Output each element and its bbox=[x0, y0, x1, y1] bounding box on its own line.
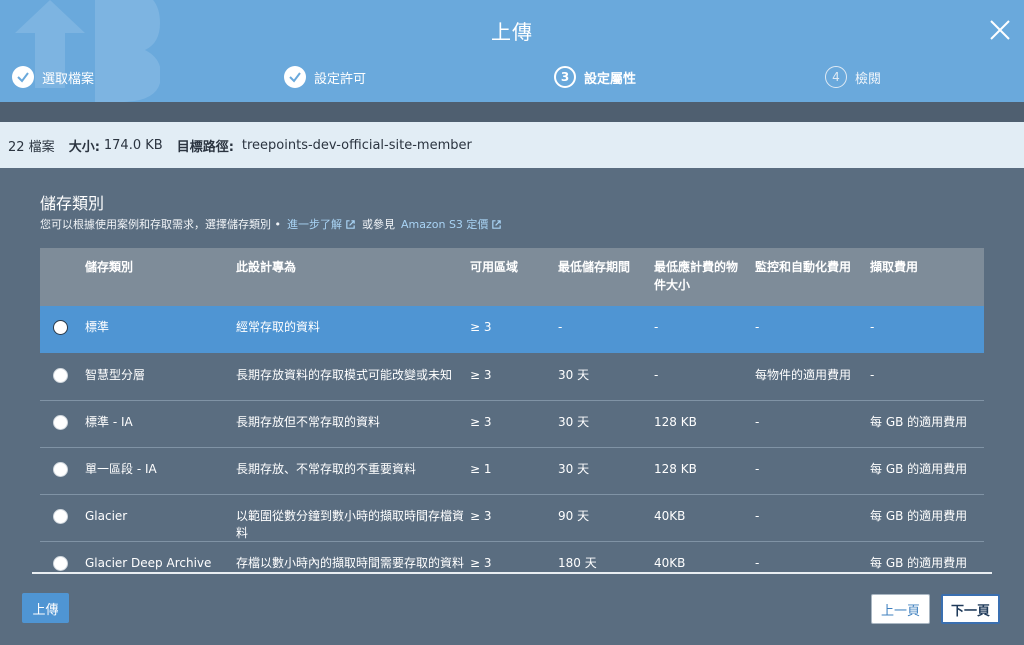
section-title: 儲存類別 bbox=[40, 194, 105, 213]
next-button[interactable]: 下一頁 bbox=[941, 594, 1000, 624]
header: 上傳 選取檔案 設定許可 3 設定屬性 4 檢閱 bbox=[0, 0, 1024, 102]
storage-class-table: 儲存類別 此設計專為 可用區域 最低儲存期間 最低應計費的物件大小 監控和自動化… bbox=[40, 248, 984, 572]
cell-min-size: 40KB bbox=[654, 556, 686, 570]
storage-class-radio[interactable] bbox=[53, 320, 68, 335]
cell-monitoring: - bbox=[755, 320, 760, 334]
cell-class: 智慧型分層 bbox=[85, 368, 146, 382]
cell-retrieval: - bbox=[870, 320, 875, 334]
size-label: 大小: bbox=[68, 139, 100, 155]
table-row[interactable]: 標準 - IA 長期存放但不常存取的資料 ≥ 3 30 天 128 KB - 每… bbox=[40, 401, 984, 448]
cell-retrieval: 每 GB 的適用費用 bbox=[870, 415, 968, 429]
cell-min-size: 128 KB bbox=[654, 415, 697, 429]
cell-designed: 以範圍從數分鐘到數小時的擷取時間存檔資料 bbox=[236, 509, 465, 540]
cell-min-duration: 30 天 bbox=[558, 415, 590, 429]
cell-designed: 長期存放、不常存取的不重要資料 bbox=[236, 462, 417, 476]
cell-designed: 經常存取的資料 bbox=[236, 320, 321, 334]
cell-az: ≥ 3 bbox=[470, 320, 492, 334]
pricing-link[interactable]: Amazon S3 定價 bbox=[401, 216, 488, 232]
description-text: 您可以根據使用案例和存取需求，選擇儲存類別 • bbox=[40, 218, 281, 231]
dialog-title: 上傳 bbox=[491, 20, 533, 44]
section-description: 您可以根據使用案例和存取需求，選擇儲存類別 • 進一步了解 或參見 Amazon… bbox=[40, 216, 508, 232]
close-icon[interactable] bbox=[988, 18, 1012, 42]
cell-class: 標準 - IA bbox=[85, 415, 133, 429]
table-row[interactable]: Glacier Deep Archive 存檔以數小時內的擷取時間需要存取的資料… bbox=[40, 542, 984, 572]
external-link-icon bbox=[492, 219, 502, 229]
storage-class-radio[interactable] bbox=[53, 462, 68, 477]
cell-min-duration: - bbox=[558, 320, 563, 334]
cell-min-duration: 180 天 bbox=[558, 556, 597, 570]
cell-az: ≥ 3 bbox=[470, 368, 492, 382]
col-az: 可用區域 bbox=[470, 260, 519, 274]
cell-class: 標準 bbox=[85, 320, 110, 334]
cell-designed: 存檔以數小時內的擷取時間需要存取的資料 (保也 bbox=[236, 556, 465, 570]
cell-az: ≥ 1 bbox=[470, 462, 492, 476]
check-icon bbox=[12, 66, 34, 88]
cell-monitoring: - bbox=[755, 509, 760, 523]
storage-class-radio[interactable] bbox=[53, 556, 68, 571]
cell-class: Glacier bbox=[85, 509, 128, 523]
cell-retrieval: 每 GB 的適用費用 bbox=[870, 556, 968, 570]
cell-min-size: - bbox=[654, 320, 659, 334]
cell-az: ≥ 3 bbox=[470, 509, 492, 523]
step-indicator: 選取檔案 設定許可 3 設定屬性 4 檢閱 bbox=[0, 66, 1024, 92]
cell-monitoring: - bbox=[755, 415, 760, 429]
cell-class: 單一區段 - IA bbox=[85, 462, 157, 476]
cell-class: Glacier Deep Archive bbox=[85, 556, 212, 570]
table-scroll-edge bbox=[32, 572, 992, 574]
cell-designed: 長期存放資料的存取模式可能改變或未知 bbox=[236, 368, 453, 382]
cell-retrieval: - bbox=[870, 368, 875, 382]
step-label: 設定許可 bbox=[314, 71, 367, 87]
col-storage-class: 儲存類別 bbox=[85, 260, 134, 274]
col-min-billable-size: 最低應計費的物件大小 bbox=[654, 260, 739, 292]
previous-button[interactable]: 上一頁 bbox=[871, 594, 930, 624]
cell-min-size: - bbox=[654, 368, 659, 382]
storage-class-radio[interactable] bbox=[53, 368, 68, 383]
step-set-permissions: 設定許可 bbox=[284, 66, 366, 88]
table-row[interactable]: 標準 經常存取的資料 ≥ 3 - - - - bbox=[40, 306, 984, 353]
check-icon bbox=[284, 66, 306, 88]
step-number: 4 bbox=[825, 66, 847, 88]
cell-az: ≥ 3 bbox=[470, 556, 492, 570]
learn-more-link[interactable]: 進一步了解 bbox=[287, 216, 342, 232]
cell-monitoring: - bbox=[755, 556, 760, 570]
cell-retrieval: 每 GB 的適用費用 bbox=[870, 509, 968, 523]
step-label: 檢閱 bbox=[855, 71, 882, 87]
step-review: 4 檢閱 bbox=[825, 66, 881, 88]
target-value: treepoints-dev-official-site-member bbox=[241, 137, 472, 153]
size-value: 174.0 KB bbox=[103, 137, 163, 153]
table-row[interactable]: 智慧型分層 長期存放資料的存取模式可能改變或未知 ≥ 3 30 天 - 每物件的… bbox=[40, 354, 984, 401]
cell-designed: 長期存放但不常存取的資料 bbox=[236, 415, 381, 429]
cell-min-size: 40KB bbox=[654, 509, 686, 523]
cell-az: ≥ 3 bbox=[470, 415, 492, 429]
col-monitoring-fee: 監控和自動化費用 bbox=[755, 260, 852, 274]
cell-monitoring: - bbox=[755, 462, 760, 476]
col-min-duration: 最低儲存期間 bbox=[558, 260, 631, 274]
step-label: 選取檔案 bbox=[42, 71, 95, 87]
step-select-files: 選取檔案 bbox=[12, 66, 94, 88]
file-count: 22 檔案 bbox=[8, 139, 55, 155]
external-link-icon bbox=[346, 219, 355, 229]
table-header: 儲存類別 此設計專為 可用區域 最低儲存期間 最低應計費的物件大小 監控和自動化… bbox=[40, 248, 984, 306]
cell-min-duration: 30 天 bbox=[558, 368, 590, 382]
storage-class-radio[interactable] bbox=[53, 509, 68, 524]
cell-retrieval: 每 GB 的適用費用 bbox=[870, 462, 968, 476]
cell-monitoring: 每物件的適用費用 bbox=[755, 368, 852, 382]
col-designed-for: 此設計專為 bbox=[236, 260, 297, 274]
table-row[interactable]: 單一區段 - IA 長期存放、不常存取的不重要資料 ≥ 1 30 天 128 K… bbox=[40, 448, 984, 495]
cell-min-size: 128 KB bbox=[654, 462, 697, 476]
storage-class-radio[interactable] bbox=[53, 415, 68, 430]
upload-button[interactable]: 上傳 bbox=[22, 593, 69, 623]
cell-min-duration: 90 天 bbox=[558, 509, 590, 523]
cell-min-duration: 30 天 bbox=[558, 462, 590, 476]
step-number: 3 bbox=[554, 66, 576, 88]
col-retrieval-fee: 擷取費用 bbox=[870, 260, 919, 274]
step-label: 設定屬性 bbox=[584, 71, 637, 87]
step-set-properties: 3 設定屬性 bbox=[554, 66, 636, 88]
or-see-text: 或參見 bbox=[361, 218, 395, 231]
divider-strip bbox=[0, 102, 1024, 122]
table-row[interactable]: Glacier 以範圍從數分鐘到數小時的擷取時間存檔資料 ≥ 3 90 天 40… bbox=[40, 495, 984, 542]
upload-summary: 22 檔案 大小: 174.0 KB 目標路徑: treepoints-dev-… bbox=[0, 122, 1024, 168]
target-label: 目標路徑: bbox=[176, 139, 234, 155]
